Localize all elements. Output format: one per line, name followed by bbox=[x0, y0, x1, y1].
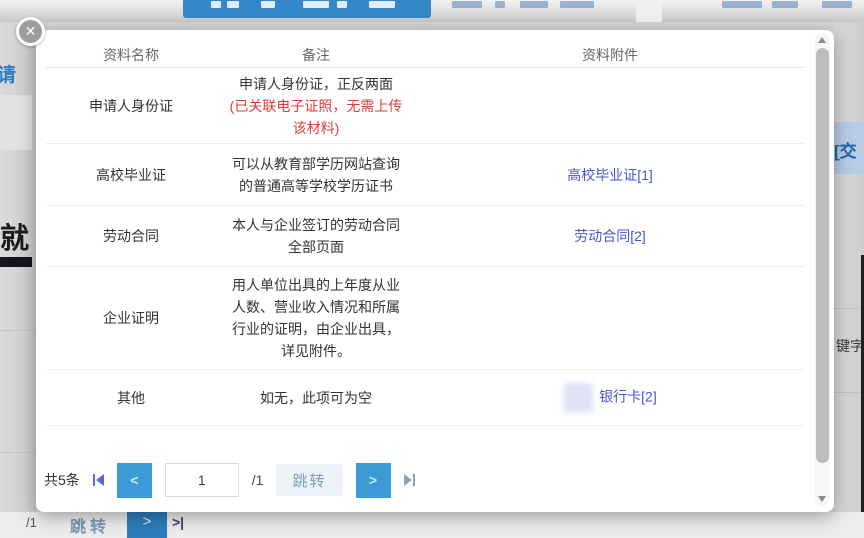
table-row: 企业证明 用人单位出具的上年度从业 人数、营业收入情况和所属 行业的证明，由企业… bbox=[46, 267, 804, 370]
truncated-keyword-label: 键字 bbox=[836, 336, 864, 356]
page: 请 就 [交 键字 /1 跳转 > >| ✕ 资料名称 备注 资料附件 申请人身… bbox=[0, 0, 864, 538]
truncated-tab-text bbox=[261, 1, 275, 8]
divider bbox=[834, 392, 864, 393]
background-right-panel bbox=[834, 22, 864, 538]
material-name: 高校毕业证 bbox=[46, 164, 216, 186]
truncated-tab-text bbox=[337, 1, 347, 8]
scroll-down-icon[interactable] bbox=[818, 496, 826, 502]
table-header-row: 资料名称 备注 资料附件 bbox=[46, 42, 804, 68]
first-page-icon[interactable] bbox=[93, 474, 104, 486]
background-page-of-label: /1 bbox=[26, 515, 37, 530]
material-name: 其他 bbox=[46, 387, 216, 409]
truncated-tab-text bbox=[303, 1, 329, 8]
table-row: 高校毕业证 可以从教育部学历网站查询 的普通高等学校学历证书 高校毕业证[1] bbox=[46, 144, 804, 206]
attachment-cell: 劳动合同[2] bbox=[416, 225, 804, 247]
material-note: 可以从教育部学历网站查询 的普通高等学校学历证书 bbox=[216, 153, 416, 197]
truncated-menu-text bbox=[822, 1, 852, 8]
page-of-label: /1 bbox=[252, 472, 264, 488]
redacted-attachment-thumbnail bbox=[563, 383, 593, 413]
table-row: 劳动合同 本人与企业签订的劳动合同 全部页面 劳动合同[2] bbox=[46, 206, 804, 267]
background-left-card bbox=[0, 95, 32, 150]
truncated-heading-left: 请 bbox=[0, 60, 16, 87]
material-name: 劳动合同 bbox=[46, 225, 216, 247]
header-remarks: 备注 bbox=[216, 44, 416, 66]
background-last-page-button[interactable]: >| bbox=[172, 514, 184, 530]
header-attachments: 资料附件 bbox=[416, 44, 804, 66]
prev-page-button[interactable]: < bbox=[117, 463, 152, 498]
truncated-tab-text bbox=[227, 1, 239, 8]
header-material-name: 资料名称 bbox=[46, 44, 216, 66]
active-tab-bar[interactable] bbox=[183, 0, 431, 18]
truncated-tab-text bbox=[369, 1, 395, 8]
table-row: 其他 如无，此项可为空 银行卡[2] bbox=[46, 370, 804, 426]
scroll-up-icon[interactable] bbox=[818, 37, 826, 43]
material-note-alert: (已关联电子证照，无需上传 该材料) bbox=[216, 95, 416, 139]
truncated-menu-text bbox=[722, 1, 762, 8]
materials-table: 资料名称 备注 资料附件 申请人身份证 申请人身份证，正反两面 (已关联电子证照… bbox=[46, 42, 804, 426]
truncated-menu-text bbox=[495, 1, 505, 8]
background-jump-button[interactable]: 跳转 bbox=[70, 513, 110, 537]
truncated-menu-text bbox=[772, 1, 798, 8]
truncated-menu-text bbox=[560, 1, 594, 8]
material-name: 企业证明 bbox=[46, 307, 216, 329]
total-count-label: 共5条 bbox=[44, 470, 80, 490]
attachment-link[interactable]: 高校毕业证[1] bbox=[567, 167, 653, 183]
table-row: 申请人身份证 申请人身份证，正反两面 (已关联电子证照，无需上传 该材料) bbox=[46, 68, 804, 144]
attachment-link[interactable]: 劳动合同[2] bbox=[574, 228, 646, 244]
material-note: 用人单位出具的上年度从业 人数、营业收入情况和所属 行业的证明，由企业出具， 详… bbox=[216, 274, 416, 362]
truncated-tab-text bbox=[211, 1, 221, 8]
truncated-link-right[interactable]: [交 bbox=[834, 137, 857, 162]
divider bbox=[0, 330, 36, 331]
next-page-button[interactable]: > bbox=[356, 463, 391, 498]
divider bbox=[834, 308, 864, 309]
attachment-cell: 银行卡[2] bbox=[416, 383, 804, 413]
modal-scrollbar[interactable] bbox=[815, 33, 830, 506]
jump-button[interactable]: 跳转 bbox=[276, 464, 342, 496]
pagination-bar: 共5条 < /1 跳转 > bbox=[44, 460, 834, 500]
page-number-input[interactable] bbox=[165, 463, 239, 497]
attachments-dialog: ✕ 资料名称 备注 资料附件 申请人身份证 申请人身份证，正反两面 (已关联电子… bbox=[36, 30, 834, 512]
divider bbox=[0, 452, 36, 453]
dark-divider-bar bbox=[0, 257, 32, 267]
material-note: 本人与企业签订的劳动合同 全部页面 bbox=[216, 214, 416, 258]
attachment-link[interactable]: 银行卡[2] bbox=[599, 388, 657, 404]
last-page-icon[interactable] bbox=[404, 474, 415, 486]
toolbar-divider bbox=[636, 0, 662, 22]
truncated-menu-text bbox=[452, 1, 482, 8]
close-icon[interactable]: ✕ bbox=[16, 17, 45, 46]
scrollbar-thumb[interactable] bbox=[816, 48, 829, 463]
truncated-menu-text bbox=[520, 1, 548, 8]
attachment-cell: 高校毕业证[1] bbox=[416, 164, 804, 186]
truncated-heading-left-2: 就 bbox=[0, 215, 29, 257]
material-note: 如无，此项可为空 bbox=[216, 387, 416, 409]
material-note: 申请人身份证，正反两面 bbox=[216, 73, 416, 95]
material-name: 申请人身份证 bbox=[46, 95, 216, 117]
